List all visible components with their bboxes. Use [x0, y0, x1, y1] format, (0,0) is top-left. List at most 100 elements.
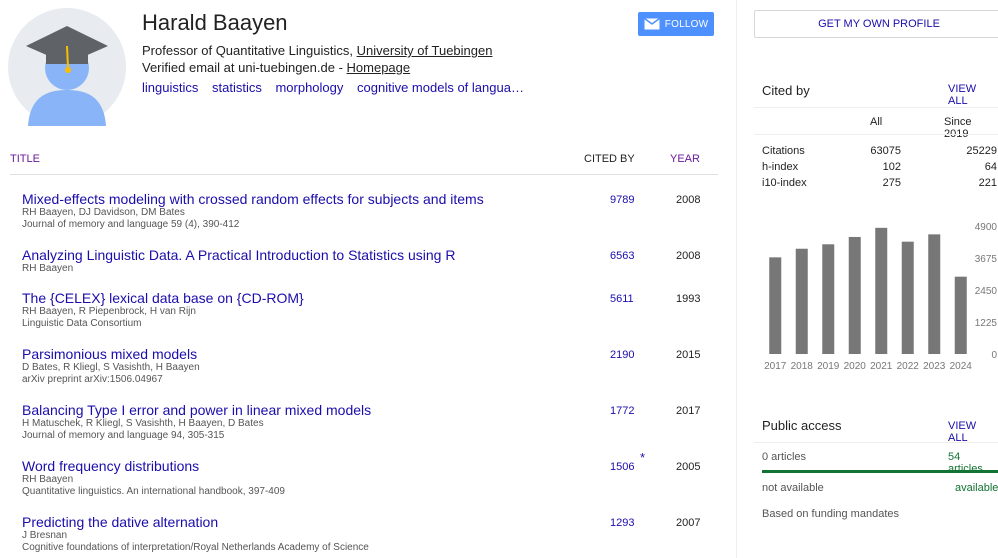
interest-link[interactable]: morphology [275, 80, 343, 95]
sort-year[interactable]: YEAR [670, 153, 700, 165]
article-year: 2008 [676, 250, 701, 262]
metric-all: 275 [882, 177, 901, 189]
article-authors: RH Baayen [22, 263, 74, 274]
interest-link[interactable]: statistics [212, 80, 262, 95]
article-authors: J Bresnan [22, 530, 68, 541]
public-access-heading: Public access [762, 418, 842, 433]
bar-2017[interactable] [769, 257, 782, 354]
bar-2019[interactable] [822, 244, 835, 354]
table-row: Predicting the dative alternation J Bres… [22, 514, 722, 554]
x-tick-label: 2024 [950, 361, 973, 372]
metric-label: i10-index [762, 177, 807, 189]
available-label: available [955, 482, 998, 494]
avatar [8, 8, 126, 126]
table-row: Analyzing Linguistic Data. A Practical I… [22, 247, 722, 275]
y-tick-label: 0 [991, 350, 997, 361]
bar-2022[interactable] [901, 241, 914, 354]
col-since-header: Since 2019 [944, 116, 972, 140]
metric-label: h-index [762, 161, 799, 173]
article-authors: RH Baayen, DJ Davidson, DM Bates [22, 207, 185, 218]
cited-by-view-all-link[interactable]: VIEW ALL [948, 83, 998, 107]
follow-button[interactable]: FOLLOW [638, 12, 714, 36]
not-available-label: not available [762, 482, 824, 494]
table-row: Mixed-effects modeling with crossed rand… [22, 191, 722, 231]
merged-citations-star[interactable]: * [640, 450, 645, 465]
panel-divider [736, 0, 737, 558]
public-access-view-all-link[interactable]: VIEW ALL [948, 420, 998, 444]
bar-2024[interactable] [954, 276, 967, 354]
bar-2021[interactable] [875, 227, 888, 354]
metric-all: 102 [882, 161, 901, 173]
interest-link[interactable]: linguistics [142, 80, 198, 95]
article-venue: Journal of memory and language 94, 305-3… [22, 430, 225, 441]
cited-by-count[interactable]: 6563 [610, 250, 634, 262]
table-header: TITLE CITED BY YEAR [10, 146, 718, 175]
col-all-header: All [870, 116, 883, 128]
cited-by-count[interactable]: 1293 [610, 517, 634, 529]
metric-since: 25229 [966, 145, 997, 157]
bar-2023[interactable] [928, 234, 941, 354]
cited-by-count[interactable]: 1506 [610, 461, 634, 473]
bar-2018[interactable] [795, 248, 808, 354]
profile-name: Harald Baayen [142, 10, 288, 35]
email-text: Verified email at uni-tuebingen.de - [142, 60, 347, 75]
divider [754, 107, 998, 108]
divider [754, 442, 998, 443]
homepage-link[interactable]: Homepage [347, 60, 411, 75]
article-venue: Cognitive foundations of interpretation/… [22, 542, 369, 553]
follow-label: FOLLOW [664, 18, 709, 30]
metric-since: 221 [978, 177, 997, 189]
y-tick-label: 1225 [975, 318, 998, 329]
get-my-own-profile-button[interactable]: GET MY OWN PROFILE [754, 10, 998, 38]
cited-by-count[interactable]: 1772 [610, 405, 634, 417]
affiliation: Professor of Quantitative Linguistics, U… [142, 43, 492, 58]
affiliation-text: Professor of Quantitative Linguistics, [142, 43, 357, 58]
metric-since: 64 [984, 161, 997, 173]
mail-icon [643, 18, 660, 30]
table-row: The {CELEX} lexical data base on {CD-ROM… [22, 290, 722, 330]
article-venue: arXiv preprint arXiv:1506.04967 [22, 374, 163, 385]
cited-by-count[interactable]: 2190 [610, 349, 634, 361]
metric-all: 63075 [870, 145, 901, 157]
not-available-count[interactable]: 0 articles [762, 451, 806, 463]
x-tick-label: 2018 [791, 361, 814, 372]
article-year: 2007 [676, 517, 701, 529]
y-tick-label: 3675 [975, 254, 998, 265]
article-year: 2005 [676, 461, 701, 473]
cited-by-count[interactable]: 5611 [610, 293, 634, 305]
funding-mandates-note: Based on funding mandates [762, 508, 899, 520]
article-authors: RH Baayen, R Piepenbrock, H van Rijn [22, 306, 196, 317]
table-row: Word frequency distributions RH Baayen Q… [22, 450, 722, 498]
article-authors: D Bates, R Kliegl, S Vasishth, H Baayen [22, 362, 200, 373]
x-tick-label: 2017 [764, 361, 787, 372]
article-authors: H Matuschek, R Kliegl, S Vasishth, H Baa… [22, 418, 264, 429]
article-venue: Journal of memory and language 59 (4), 3… [22, 219, 240, 230]
cited-by-count[interactable]: 9789 [610, 194, 634, 206]
table-row: Balancing Type I error and power in line… [22, 402, 722, 442]
x-tick-label: 2019 [817, 361, 840, 372]
bar-2020[interactable] [848, 236, 861, 354]
article-year: 2015 [676, 349, 701, 361]
article-year: 2008 [676, 194, 701, 206]
citations-bar-chart: 2017 2018 2019 2020 2021 2022 2023 2024 0 1225 245… [764, 222, 998, 372]
x-tick-label: 2021 [870, 361, 893, 372]
sort-cited-by[interactable]: CITED BY [584, 153, 635, 165]
interests: linguistics statistics morphology cognit… [142, 80, 534, 95]
sort-title[interactable]: TITLE [10, 153, 40, 165]
cited-by-heading: Cited by [762, 83, 810, 98]
article-venue: Quantitative linguistics. An internation… [22, 486, 285, 497]
table-row: Parsimonious mixed models D Bates, R Kli… [22, 346, 722, 386]
interest-link[interactable]: cognitive models of langua… [357, 80, 524, 95]
y-tick-label: 4900 [975, 222, 998, 233]
affiliation-link[interactable]: University of Tuebingen [357, 43, 493, 58]
article-authors: RH Baayen [22, 474, 74, 485]
divider [754, 134, 998, 135]
email-line: Verified email at uni-tuebingen.de - Hom… [142, 60, 410, 75]
article-venue: Linguistic Data Consortium [22, 318, 142, 329]
availability-bar [762, 470, 998, 473]
x-tick-label: 2020 [844, 361, 867, 372]
article-year: 1993 [676, 293, 701, 305]
x-tick-label: 2023 [923, 361, 946, 372]
metric-label: Citations [762, 145, 805, 157]
y-tick-label: 2450 [975, 286, 998, 297]
